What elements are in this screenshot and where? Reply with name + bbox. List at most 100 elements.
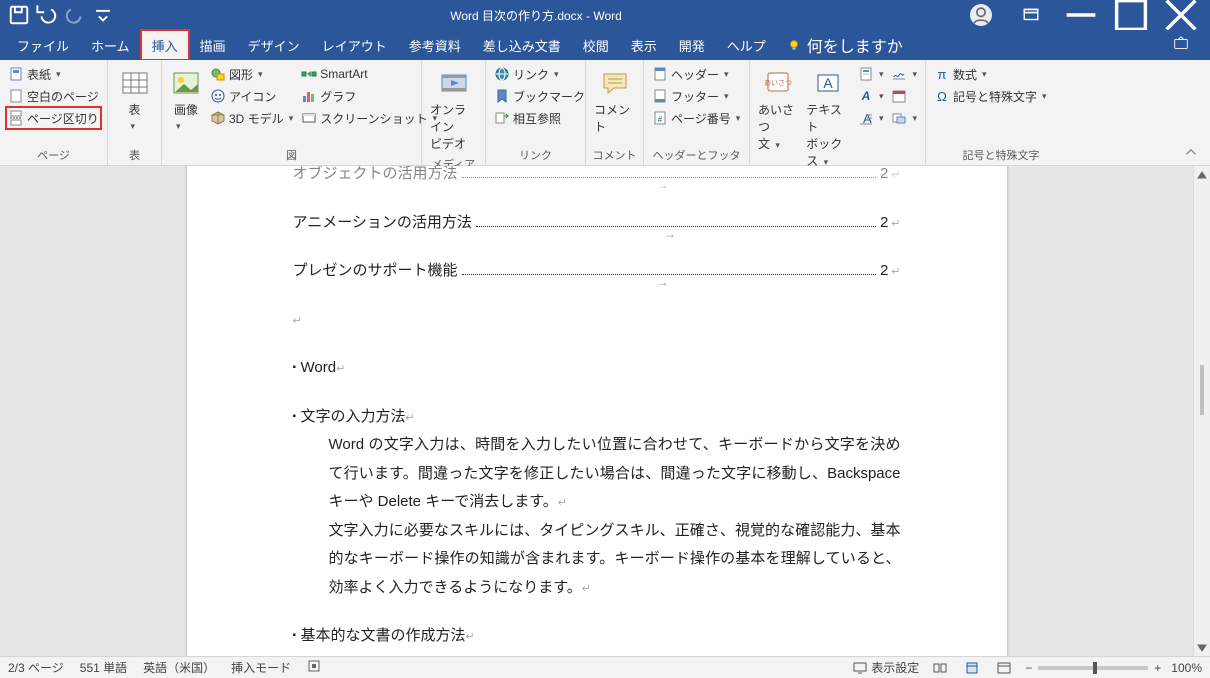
cross-reference-button[interactable]: 相互参照	[492, 107, 587, 129]
tab-review[interactable]: 校閲	[572, 30, 620, 60]
object-button[interactable]: ▾	[889, 107, 919, 129]
greeting-button[interactable]: あいさつ あいさつ文 ▾	[756, 63, 800, 156]
tab-references[interactable]: 参考資料	[398, 30, 472, 60]
svg-text:A: A	[823, 75, 833, 91]
group-illustrations: 画像▾ 図形▾ アイコン 3D モデル▾ SmartArt グラフ スクリーンシ…	[162, 60, 422, 165]
heading: 文字の入力方法↵	[293, 403, 901, 432]
tab-view[interactable]: 表示	[620, 30, 668, 60]
table-button[interactable]: 表▾	[114, 63, 155, 136]
tab-layout[interactable]: レイアウト	[311, 30, 398, 60]
heading: Word↵	[293, 354, 901, 383]
group-header-footer: ヘッダー▾ フッター▾ #ページ番号▾ ヘッダーとフッター	[644, 60, 750, 165]
body-paragraph: 文字入力に必要なスキルには、タイピングスキル、正確さ、視覚的な確認能力、基本的な…	[293, 517, 901, 603]
zoom-level[interactable]: 100%	[1171, 661, 1202, 675]
toc-entry: オブジェクトの活用方法 → 2↵	[293, 166, 901, 189]
view-read-mode[interactable]	[929, 659, 951, 677]
comment-button[interactable]: コメント	[592, 63, 637, 139]
quick-parts-button[interactable]: ▾	[856, 63, 886, 85]
svg-text:#: #	[658, 115, 663, 124]
tab-home[interactable]: ホーム	[80, 30, 141, 60]
body-paragraph: Word の文字入力は、時間を入力したい位置に合わせて、キーボードから文字を決め…	[293, 431, 901, 517]
page-number-button[interactable]: #ページ番号▾	[650, 107, 742, 129]
status-language[interactable]: 英語（米国）	[143, 659, 215, 676]
tab-help[interactable]: ヘルプ	[716, 30, 777, 60]
wordart-button[interactable]: A▾	[856, 85, 886, 107]
heading: 表の作成方法↵	[293, 655, 901, 657]
tab-draw[interactable]: 描画	[189, 30, 237, 60]
status-word-count[interactable]: 551 単語	[80, 659, 127, 676]
share-button[interactable]	[1172, 34, 1190, 57]
minimize-button[interactable]	[1058, 0, 1104, 30]
maximize-button[interactable]	[1108, 0, 1154, 30]
group-pages: 表紙▾ 空白のページ ページ区切り ページ	[0, 60, 108, 165]
group-symbols: π数式▾ Ω記号と特殊文字▾ 記号と特殊文字	[926, 60, 1076, 165]
view-web-layout[interactable]	[993, 659, 1015, 677]
status-macro-icon[interactable]	[307, 659, 321, 676]
redo-button[interactable]	[64, 4, 86, 26]
zoom-thumb[interactable]	[1093, 662, 1097, 674]
tab-insert[interactable]: 挿入	[141, 30, 189, 60]
document-area: オブジェクトの活用方法 → 2↵ アニメーションの活用方法 → 2↵ プレゼンの…	[0, 166, 1210, 656]
tab-design[interactable]: デザイン	[237, 30, 311, 60]
text-box-button[interactable]: A テキストボックス ▾	[804, 63, 852, 173]
ribbon-insert: 表紙▾ 空白のページ ページ区切り ページ 表▾ 表 画像▾	[0, 60, 1210, 166]
window-title: Word 目次の作り方.docx - Word	[114, 7, 958, 24]
pictures-button[interactable]: 画像▾	[168, 63, 204, 136]
paragraph-mark: ↵	[293, 306, 901, 335]
tell-me-search[interactable]: 何をしますか	[777, 30, 913, 60]
group-media: オンラインビデオ メディア	[422, 60, 486, 165]
footer-button[interactable]: フッター▾	[650, 85, 742, 107]
heading: 基本的な文書の作成方法↵	[293, 622, 901, 651]
ribbon-tabstrip: ファイル ホーム 挿入 描画 デザイン レイアウト 参考資料 差し込み文書 校閲…	[0, 30, 1210, 60]
header-button[interactable]: ヘッダー▾	[650, 63, 742, 85]
vertical-scrollbar[interactable]	[1193, 166, 1210, 656]
smartart-button[interactable]: SmartArt	[299, 63, 439, 85]
3d-models-button[interactable]: 3D モデル▾	[208, 107, 295, 129]
online-video-button[interactable]: オンラインビデオ	[428, 63, 479, 156]
account-avatar[interactable]	[958, 0, 1004, 30]
group-comments: コメント コメント	[586, 60, 644, 165]
date-time-button[interactable]	[889, 85, 919, 107]
view-print-layout[interactable]	[961, 659, 983, 677]
close-button[interactable]	[1158, 0, 1204, 30]
tab-file[interactable]: ファイル	[6, 30, 80, 60]
scroll-down-icon[interactable]	[1194, 639, 1210, 656]
group-links: リンク▾ ブックマーク 相互参照 リンク	[486, 60, 586, 165]
screenshot-button[interactable]: スクリーンショット▾	[299, 107, 439, 129]
qat-customize[interactable]	[92, 4, 114, 26]
page-canvas[interactable]: オブジェクトの活用方法 → 2↵ アニメーションの活用方法 → 2↵ プレゼンの…	[187, 166, 1007, 656]
scroll-up-icon[interactable]	[1194, 166, 1210, 183]
status-insert-mode[interactable]: 挿入モード	[231, 659, 291, 676]
zoom-in-button[interactable]: +	[1154, 661, 1161, 675]
blank-page-button[interactable]: 空白のページ	[6, 85, 101, 107]
status-bar: 2/3 ページ 551 単語 英語（米国） 挿入モード 表示設定 − + 100…	[0, 656, 1210, 678]
svg-text:π: π	[938, 67, 947, 82]
tab-developer[interactable]: 開発	[668, 30, 716, 60]
svg-text:あいさつ: あいさつ	[764, 79, 792, 87]
tab-mailings[interactable]: 差し込み文書	[472, 30, 572, 60]
ribbon-display-options[interactable]	[1008, 0, 1054, 30]
zoom-out-button[interactable]: −	[1025, 661, 1032, 675]
link-button[interactable]: リンク▾	[492, 63, 587, 85]
drop-cap-button[interactable]: A▾	[856, 107, 886, 129]
collapse-ribbon-button[interactable]	[1182, 143, 1200, 161]
page-break-button[interactable]: ページ区切り	[6, 107, 101, 129]
shapes-button[interactable]: 図形▾	[208, 63, 295, 85]
symbol-button[interactable]: Ω記号と特殊文字▾	[932, 85, 1049, 107]
cover-page-button[interactable]: 表紙▾	[6, 63, 101, 85]
chart-button[interactable]: グラフ	[299, 85, 439, 107]
undo-button[interactable]	[36, 4, 58, 26]
group-tables: 表▾ 表	[108, 60, 162, 165]
toc-entry: アニメーションの活用方法 → 2↵	[293, 209, 901, 238]
display-settings-button[interactable]: 表示設定	[853, 659, 919, 676]
title-bar: Word 目次の作り方.docx - Word	[0, 0, 1210, 30]
status-page[interactable]: 2/3 ページ	[8, 659, 64, 676]
bookmark-button[interactable]: ブックマーク	[492, 85, 587, 107]
icons-button[interactable]: アイコン	[208, 85, 295, 107]
equation-button[interactable]: π数式▾	[932, 63, 1049, 85]
autosave-icon[interactable]	[8, 4, 30, 26]
zoom-slider[interactable]: − +	[1025, 661, 1161, 675]
signature-line-button[interactable]: ▾	[889, 63, 919, 85]
scroll-thumb[interactable]	[1200, 365, 1204, 415]
lightbulb-icon	[787, 38, 801, 52]
